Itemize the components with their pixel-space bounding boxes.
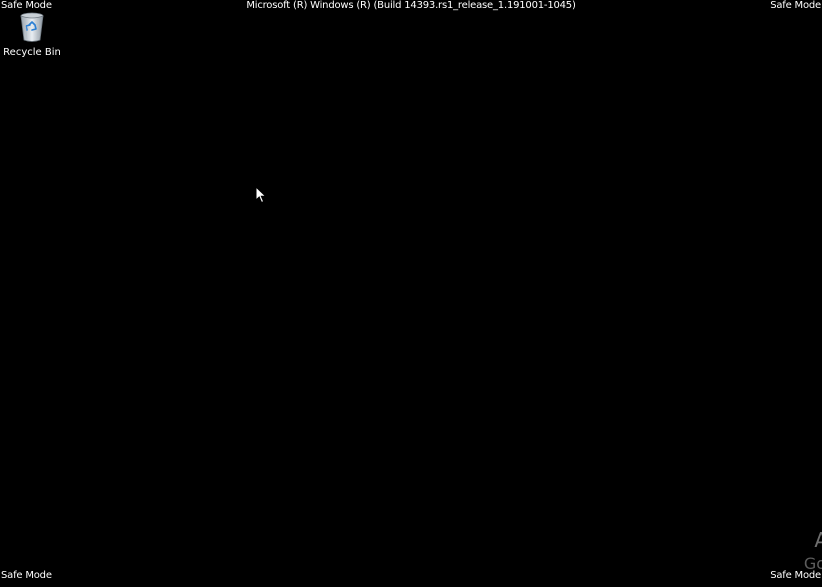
safe-mode-label-top-right: Safe Mode [770, 0, 821, 11]
windows-build-string: Microsoft (R) Windows (R) (Build 14393.r… [246, 0, 576, 11]
safe-mode-label-bottom-right: Safe Mode [770, 570, 821, 581]
safe-mode-label-bottom-left: Safe Mode [1, 570, 52, 581]
recycle-bin-icon [20, 12, 44, 42]
recycle-bin-label: Recycle Bin [3, 47, 61, 58]
mouse-pointer-icon [255, 186, 267, 204]
recycle-bin-desktop-icon[interactable]: Recycle Bin [3, 10, 61, 60]
desktop[interactable]: Safe Mode Microsoft (R) Windows (R) (Bui… [0, 0, 822, 587]
activation-watermark-line1: A [814, 528, 822, 552]
